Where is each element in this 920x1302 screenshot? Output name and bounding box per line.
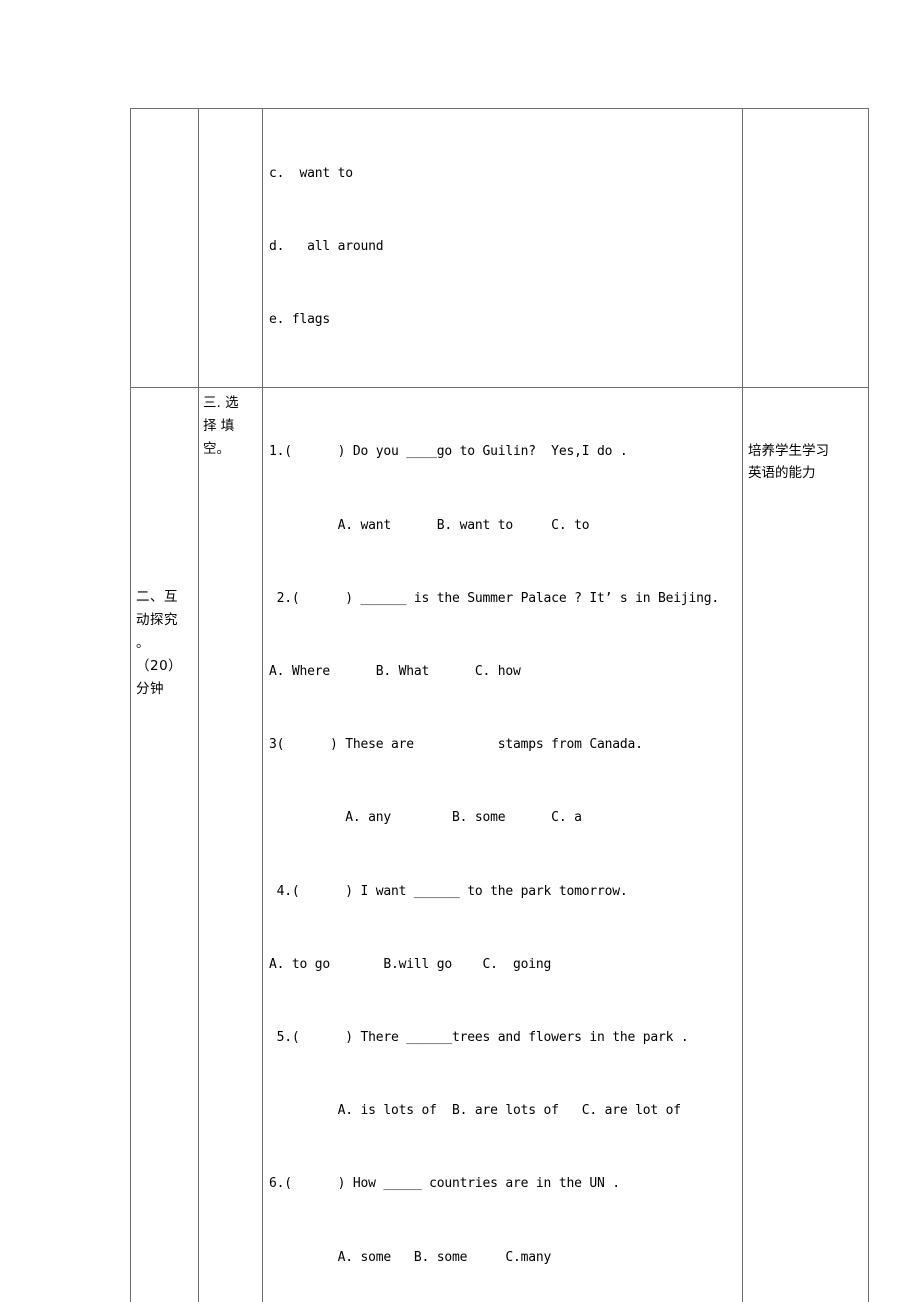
- vocab-line-d: d. all around: [269, 239, 384, 255]
- question-line: A. is lots of B. are lots of C. are lot …: [269, 1103, 681, 1119]
- question-line: A. some B. some C.many: [269, 1249, 552, 1265]
- section-line: 三. 选: [203, 395, 239, 412]
- note-line: 培养学生学习: [748, 443, 829, 460]
- question-line: A. want B. want to C. to: [269, 517, 590, 533]
- note-line: 英语的能力: [748, 465, 816, 482]
- stage-line: 。: [136, 635, 150, 652]
- question-line: 6.( ) How _____ countries are in the UN …: [269, 1176, 620, 1192]
- question-line: 4.( ) I want ______ to the park tomorrow…: [269, 883, 628, 899]
- stage-line: 动探究: [136, 612, 178, 629]
- section-line: 空。: [203, 441, 230, 458]
- stage-line: （20）: [136, 658, 183, 675]
- section-cell-fill-in-blank: 三. 选 择 填 空。: [198, 387, 263, 1302]
- worksheet-page: c. want to d. all around e. flags 二、互 动探…: [0, 0, 920, 1302]
- question-line: 2.( ) ______ is the Summer Palace ? It’ …: [269, 590, 720, 606]
- question-line: A. to go B.will go C. going: [269, 956, 552, 972]
- question-line: 1.( ) Do you ____go to Guilin? Yes,I do …: [269, 444, 628, 460]
- lesson-plan-table: c. want to d. all around e. flags 二、互 动探…: [130, 107, 869, 1302]
- stage-line: 分钟: [136, 681, 164, 698]
- question-line: 3( ) These are stamps from Canada.: [269, 737, 643, 753]
- vocab-tail-content: c. want to d. all around e. flags: [262, 107, 743, 389]
- vocab-line-c: c. want to: [269, 165, 353, 181]
- stage-cell-interactive-inquiry: 二、互 动探究 。 （20） 分钟: [130, 387, 199, 1302]
- note-cell-empty: [742, 107, 869, 389]
- stage-cell-empty: [130, 107, 199, 389]
- stage-line: 二、互: [136, 589, 178, 606]
- note-cell-choice: 培养学生学习 英语的能力: [742, 387, 869, 1302]
- section-line: 择 填: [203, 418, 235, 435]
- section-cell-empty: [198, 107, 263, 389]
- table-row-multiple-choice: 二、互 动探究 。 （20） 分钟 三. 选 择 填 空。 1.() Do y…: [130, 387, 869, 1302]
- question-line: A. Where B. What C. how: [269, 663, 521, 679]
- question-line: A. any B. some C. a: [269, 810, 582, 826]
- vocab-line-e: e. flags: [269, 312, 331, 328]
- question-line: 5.( ) There ______trees and flowers in t…: [269, 1030, 689, 1046]
- multiple-choice-questions: 1.( ) Do you ____go to Guilin? Yes,I do …: [262, 387, 743, 1302]
- table-row-vocab-tail: c. want to d. all around e. flags: [130, 107, 869, 389]
